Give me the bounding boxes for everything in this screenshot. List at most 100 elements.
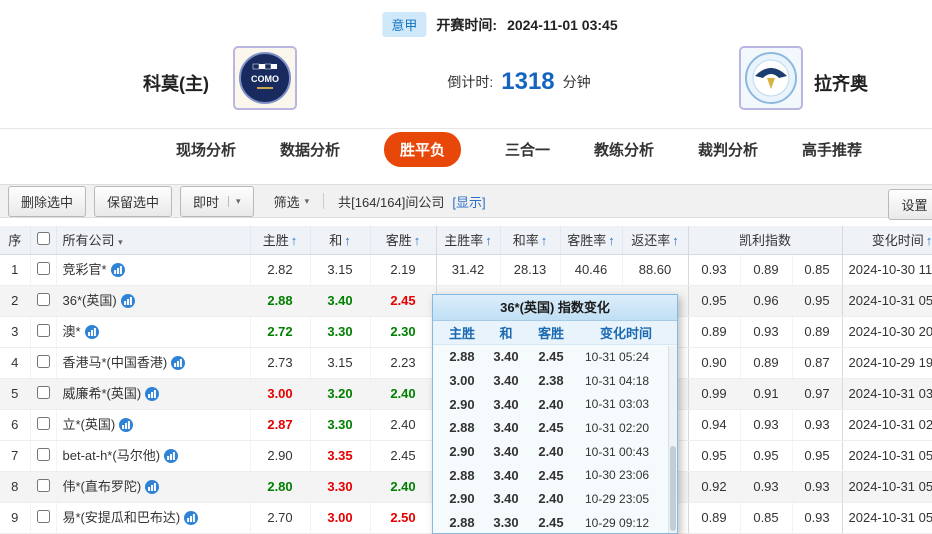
popup-home-odds: 2.90 — [449, 396, 475, 412]
tab-win-draw-lose[interactable]: 胜平负 — [383, 132, 461, 167]
tab-three-in-one[interactable]: 三合一 — [505, 139, 550, 160]
company-name[interactable]: 香港马*(中国香港) — [63, 355, 168, 370]
realtime-dropdown[interactable]: 即时 ▾ — [180, 185, 254, 217]
col-return-rate[interactable]: 返还率 ↑ — [622, 226, 689, 255]
odds-draw[interactable]: 3.00 — [310, 502, 371, 534]
company-name[interactable]: 易*(安提瓜和巴布达) — [63, 510, 181, 525]
show-link[interactable]: [显示] — [452, 192, 485, 211]
row-select-cell — [30, 409, 57, 441]
company-name[interactable]: 威廉希*(英国) — [63, 386, 142, 401]
company-name[interactable]: 立*(英国) — [63, 417, 116, 432]
col-away-rate[interactable]: 客胜率 ↑ — [560, 226, 623, 255]
countdown-label: 倒计时: — [447, 74, 494, 90]
trend-chart-icon[interactable] — [164, 449, 179, 466]
odds-away[interactable]: 2.40 — [370, 409, 437, 441]
odds-home[interactable]: 3.00 — [250, 378, 311, 410]
trend-chart-icon[interactable] — [120, 294, 135, 311]
odds-away[interactable]: 2.23 — [370, 347, 437, 379]
row-select-cell — [30, 440, 57, 472]
sort-asc-icon: ↑ — [290, 233, 298, 249]
row-select-cell — [30, 347, 57, 379]
odds-home[interactable]: 2.72 — [250, 316, 311, 348]
company-name[interactable]: bet-at-h*(马尔他) — [63, 448, 161, 463]
odds-draw[interactable]: 3.35 — [310, 440, 371, 472]
trend-chart-icon[interactable] — [145, 387, 160, 404]
trend-chart-icon[interactable] — [119, 418, 134, 435]
col-away-odds[interactable]: 客胜 ↑ — [370, 226, 437, 255]
odds-away[interactable]: 2.40 — [370, 378, 437, 410]
odds-home[interactable]: 2.87 — [250, 409, 311, 441]
kelly-draw: 0.93 — [740, 316, 793, 348]
popup-scrollbar[interactable] — [668, 346, 677, 533]
col-draw-odds[interactable]: 和 ↑ — [310, 226, 371, 255]
col-company[interactable]: 所有公司 ▾ — [56, 226, 251, 255]
row-index: 8 — [0, 471, 31, 503]
row-checkbox[interactable] — [36, 509, 50, 523]
col-home-rate[interactable]: 主胜率 ↑ — [436, 226, 501, 255]
odds-home[interactable]: 2.80 — [250, 471, 311, 503]
odds-away[interactable]: 2.45 — [370, 285, 437, 317]
tab-referee-analysis[interactable]: 裁判分析 — [698, 139, 758, 160]
trend-chart-icon[interactable] — [145, 480, 160, 497]
trend-chart-icon[interactable] — [171, 356, 186, 373]
tab-expert-picks[interactable]: 高手推荐 — [802, 139, 862, 160]
trend-chart-icon[interactable] — [84, 325, 99, 342]
scrollbar-thumb[interactable] — [670, 446, 676, 531]
row-checkbox[interactable] — [36, 323, 50, 337]
tab-live-analysis[interactable]: 现场分析 — [176, 139, 236, 160]
company-name[interactable]: 澳* — [63, 324, 81, 339]
odds-home[interactable]: 2.82 — [250, 254, 311, 286]
delete-selected-button[interactable]: 删除选中 — [8, 185, 87, 217]
col-company-label: 所有公司 — [62, 233, 115, 249]
trend-chart-icon[interactable] — [110, 263, 125, 280]
countdown-unit: 分钟 — [562, 74, 591, 90]
col-draw-rate[interactable]: 和率 ↑ — [500, 226, 561, 255]
company-name[interactable]: 36*(英国) — [63, 293, 117, 308]
row-checkbox[interactable] — [36, 478, 50, 492]
keep-selected-button[interactable]: 保留选中 — [94, 185, 173, 217]
col-home-odds[interactable]: 主胜 ↑ — [250, 226, 311, 255]
col-change-time[interactable]: 变化时间 ↑ — [842, 226, 932, 255]
tab-data-analysis[interactable]: 数据分析 — [280, 139, 340, 160]
odds-away[interactable]: 2.19 — [370, 254, 437, 286]
row-select-cell — [30, 285, 57, 317]
odds-away[interactable]: 2.45 — [370, 440, 437, 472]
odds-home[interactable]: 2.88 — [250, 285, 311, 317]
odds-draw[interactable]: 3.30 — [310, 409, 371, 441]
select-all-checkbox[interactable] — [36, 231, 50, 245]
odds-draw[interactable]: 3.30 — [310, 471, 371, 503]
company-name[interactable]: 竞彩官* — [63, 262, 107, 277]
odds-draw[interactable]: 3.15 — [310, 347, 371, 379]
odds-home[interactable]: 2.73 — [250, 347, 311, 379]
odds-draw[interactable]: 3.40 — [310, 285, 371, 317]
odds-home[interactable]: 2.70 — [250, 502, 311, 534]
odds-away[interactable]: 2.40 — [370, 471, 437, 503]
odds-draw[interactable]: 3.15 — [310, 254, 371, 286]
row-checkbox[interactable] — [36, 261, 50, 275]
league-badge[interactable]: 意甲 — [382, 12, 427, 37]
popup-change-time: 10-31 04:18 — [585, 373, 650, 388]
change-time: 2024-10-30 20:25 — [842, 316, 932, 348]
row-checkbox[interactable] — [36, 385, 50, 399]
odds-draw[interactable]: 3.30 — [310, 316, 371, 348]
rate-away: 40.46 — [560, 254, 623, 286]
popup-draw-odds: 3.30 — [493, 515, 519, 531]
rate-home: 31.42 — [436, 254, 501, 286]
row-checkbox[interactable] — [36, 416, 50, 430]
company-name[interactable]: 伟*(直布罗陀) — [63, 479, 142, 494]
odds-home[interactable]: 2.90 — [250, 440, 311, 472]
tab-coach-analysis[interactable]: 教练分析 — [594, 139, 654, 160]
kelly-draw: 0.89 — [740, 254, 793, 286]
trend-chart-icon[interactable] — [184, 511, 199, 528]
odds-draw[interactable]: 3.20 — [310, 378, 371, 410]
settings-button[interactable]: 设置 ▾ — [888, 189, 932, 220]
row-checkbox[interactable] — [36, 447, 50, 461]
match-meta: 意甲 开赛时间: 2024-11-01 03:45 — [382, 12, 618, 37]
odds-away[interactable]: 2.50 — [370, 502, 437, 534]
odds-away[interactable]: 2.30 — [370, 316, 437, 348]
filter-dropdown[interactable]: 筛选 ▾ — [274, 192, 310, 211]
toolbar-divider — [323, 193, 325, 209]
row-checkbox[interactable] — [36, 354, 50, 368]
row-select-cell — [30, 316, 57, 348]
row-checkbox[interactable] — [36, 292, 50, 306]
